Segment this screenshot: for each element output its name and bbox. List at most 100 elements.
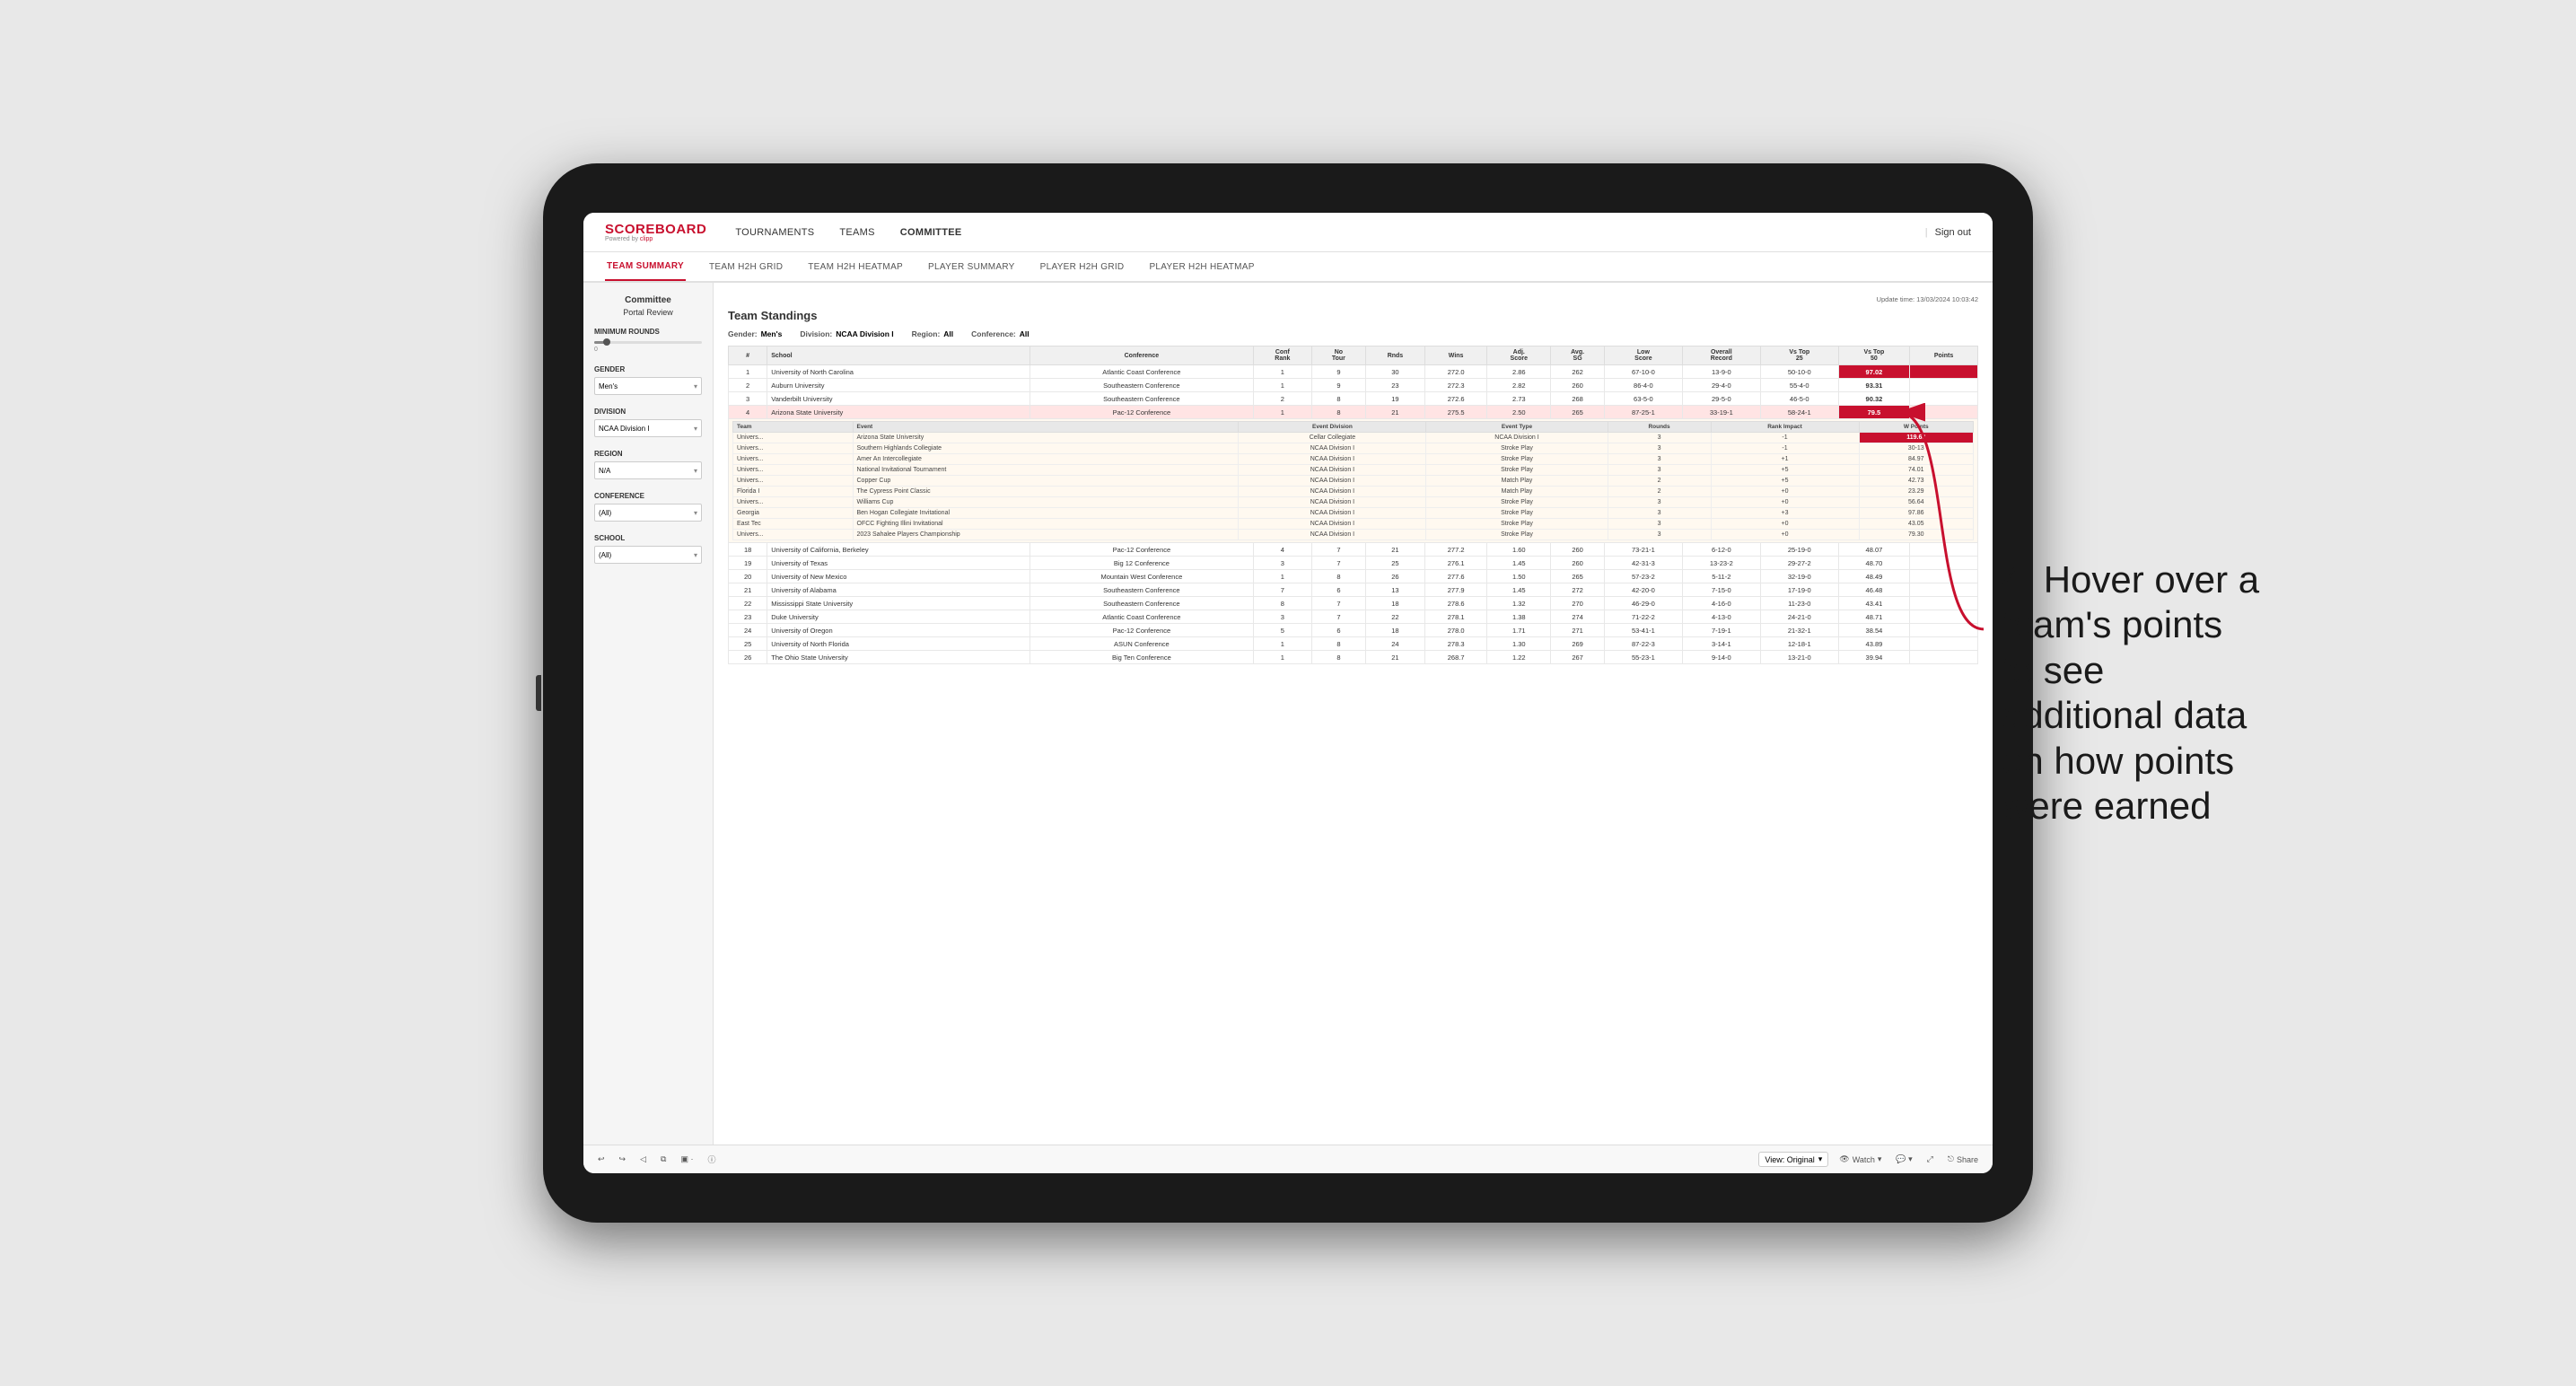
exp-cell-points: 30-13 <box>1859 443 1973 454</box>
cell-points[interactable] <box>1910 392 1978 406</box>
table-row[interactable]: 22 Mississippi State University Southeas… <box>729 597 1978 610</box>
division-select[interactable]: NCAA Division I ▾ <box>594 419 702 437</box>
logo-sub: Powered by clipp <box>605 236 706 242</box>
cell-points[interactable] <box>1910 637 1978 651</box>
conference-select[interactable]: (All) ▾ <box>594 504 702 522</box>
exp-cell-division: NCAA Division I <box>1239 530 1426 540</box>
cell-points[interactable] <box>1910 597 1978 610</box>
toolbar-copy[interactable]: ⧉ <box>657 1153 670 1166</box>
exp-cell-division: NCAA Division I <box>1239 443 1426 454</box>
tab-player-h2h-heatmap[interactable]: PLAYER H2H HEATMAP <box>1147 252 1256 281</box>
nav-tournaments[interactable]: TOURNAMENTS <box>735 227 814 238</box>
table-row[interactable]: 18 University of California, Berkeley Pa… <box>729 543 1978 557</box>
cell-wins: 278.3 <box>1424 637 1486 651</box>
exp-th-rank-impact: Rank Impact <box>1711 422 1859 433</box>
exp-cell-rank-impact: -1 <box>1711 443 1859 454</box>
table-row[interactable]: 26 The Ohio State University Big Ten Con… <box>729 651 1978 664</box>
cell-avg-sg: 267 <box>1551 651 1605 664</box>
cell-points[interactable] <box>1910 406 1978 419</box>
cell-conf-rank: 4 <box>1253 543 1311 557</box>
cell-avg-sg: 265 <box>1551 570 1605 583</box>
sidebar-division: Division NCAA Division I ▾ <box>594 408 702 437</box>
toolbar-comment[interactable]: 💬 ▾ <box>1892 1153 1915 1166</box>
cell-wins: 277.9 <box>1424 583 1486 597</box>
toolbar-back[interactable]: ◁ <box>636 1153 650 1166</box>
exp-cell-rank-impact: +0 <box>1711 519 1859 530</box>
tab-player-summary[interactable]: PLAYER SUMMARY <box>926 252 1017 281</box>
cell-vs50: 79.5 <box>1838 406 1909 419</box>
table-row[interactable]: 23 Duke University Atlantic Coast Confer… <box>729 610 1978 624</box>
cell-points[interactable] <box>1910 365 1978 379</box>
exp-cell-team: East Tec <box>733 519 854 530</box>
cell-adj-score: 1.22 <box>1487 651 1551 664</box>
cell-rnds: 21 <box>1365 543 1424 557</box>
cell-vs25: 46-5-0 <box>1760 392 1838 406</box>
toolbar-info[interactable]: ⓘ <box>704 1152 719 1167</box>
tab-player-h2h-grid[interactable]: PLAYER H2H GRID <box>1038 252 1126 281</box>
exp-cell-division: NCAA Division I <box>1239 508 1426 519</box>
slider-thumb[interactable] <box>603 338 610 346</box>
cell-points[interactable] <box>1910 610 1978 624</box>
th-adj-score: Adj.Score <box>1487 346 1551 365</box>
toolbar-paste[interactable]: ▣ · <box>677 1153 697 1166</box>
table-row[interactable]: 2 Auburn University Southeastern Confere… <box>729 379 1978 392</box>
nav-divider: | <box>1925 227 1928 238</box>
nav-teams[interactable]: TEAMS <box>839 227 874 238</box>
cell-points[interactable] <box>1910 624 1978 637</box>
cell-rnds: 13 <box>1365 583 1424 597</box>
table-header-row: # School Conference ConfRank NoTour Rnds… <box>729 346 1978 365</box>
tab-team-h2h-grid[interactable]: TEAM H2H GRID <box>707 252 784 281</box>
sidebar-school: School (All) ▾ <box>594 534 702 564</box>
toolbar-share[interactable]: ⎋ Share <box>1944 1153 1982 1166</box>
toolbar-expand[interactable]: ⤢ <box>1923 1153 1937 1166</box>
cell-overall: 7-15-0 <box>1682 583 1760 597</box>
exp-cell-event: Southern Highlands Collegiate <box>853 443 1239 454</box>
th-low-score: LowScore <box>1604 346 1682 365</box>
exp-cell-points: 79.30 <box>1859 530 1973 540</box>
table-row[interactable]: 21 University of Alabama Southeastern Co… <box>729 583 1978 597</box>
cell-rank: 4 <box>729 406 767 419</box>
table-row-highlighted[interactable]: 4 Arizona State University Pac-12 Confer… <box>729 406 1978 419</box>
cell-points[interactable] <box>1910 557 1978 570</box>
chevron-down-icon: ▾ <box>694 509 697 517</box>
table-row[interactable]: 3 Vanderbilt University Southeastern Con… <box>729 392 1978 406</box>
table-row[interactable]: 19 University of Texas Big 12 Conference… <box>729 557 1978 570</box>
table-row[interactable]: 24 University of Oregon Pac-12 Conferenc… <box>729 624 1978 637</box>
gender-select[interactable]: Men's ▾ <box>594 377 702 395</box>
table-row[interactable]: 25 University of North Florida ASUN Conf… <box>729 637 1978 651</box>
toolbar-watch[interactable]: 👁 Watch ▾ <box>1836 1153 1885 1166</box>
exp-cell-team: Florida I <box>733 487 854 497</box>
expanded-row: Univers... Copper Cup NCAA Division I Ma… <box>733 476 1974 487</box>
tab-team-h2h-heatmap[interactable]: TEAM H2H HEATMAP <box>806 252 905 281</box>
cell-points[interactable] <box>1910 379 1978 392</box>
sidebar-gender: Gender Men's ▾ <box>594 365 702 395</box>
cell-adj-score: 1.50 <box>1487 570 1551 583</box>
cell-points[interactable] <box>1910 583 1978 597</box>
cell-no-tour: 7 <box>1311 543 1365 557</box>
cell-points[interactable] <box>1910 651 1978 664</box>
toolbar-view-button[interactable]: View: Original ▾ <box>1758 1152 1828 1167</box>
cell-points[interactable] <box>1910 570 1978 583</box>
sidebar-portal-title: Portal Review <box>594 308 702 317</box>
cell-school: University of North Florida <box>767 637 1030 651</box>
table-row[interactable]: 20 University of New Mexico Mountain Wes… <box>729 570 1978 583</box>
content-area: Update time: 13/03/2024 10:03:42 Team St… <box>714 283 1993 1145</box>
region-select[interactable]: N/A ▾ <box>594 461 702 479</box>
tab-team-summary[interactable]: TEAM SUMMARY <box>605 252 686 281</box>
sign-out-button[interactable]: Sign out <box>1935 227 1971 238</box>
toolbar-undo[interactable]: ↩ <box>594 1153 609 1166</box>
chevron-down-icon: ▾ <box>1818 1154 1823 1164</box>
cell-points[interactable] <box>1910 543 1978 557</box>
table-row[interactable]: 1 University of North Carolina Atlantic … <box>729 365 1978 379</box>
share-icon: ⎋ <box>1948 1154 1954 1164</box>
cell-vs50: 48.49 <box>1838 570 1909 583</box>
toolbar-redo[interactable]: ↪ <box>616 1153 630 1166</box>
cell-wins: 268.7 <box>1424 651 1486 664</box>
expanded-row: Univers... Amer An Intercollegiate NCAA … <box>733 454 1974 465</box>
logo-title: SCOREBOARD <box>605 223 706 236</box>
cell-vs25: 21-32-1 <box>1760 624 1838 637</box>
nav-committee[interactable]: COMMITTEE <box>900 227 962 238</box>
cell-school: University of New Mexico <box>767 570 1030 583</box>
school-select[interactable]: (All) ▾ <box>594 546 702 564</box>
chevron-down-icon: ▾ <box>694 467 697 475</box>
